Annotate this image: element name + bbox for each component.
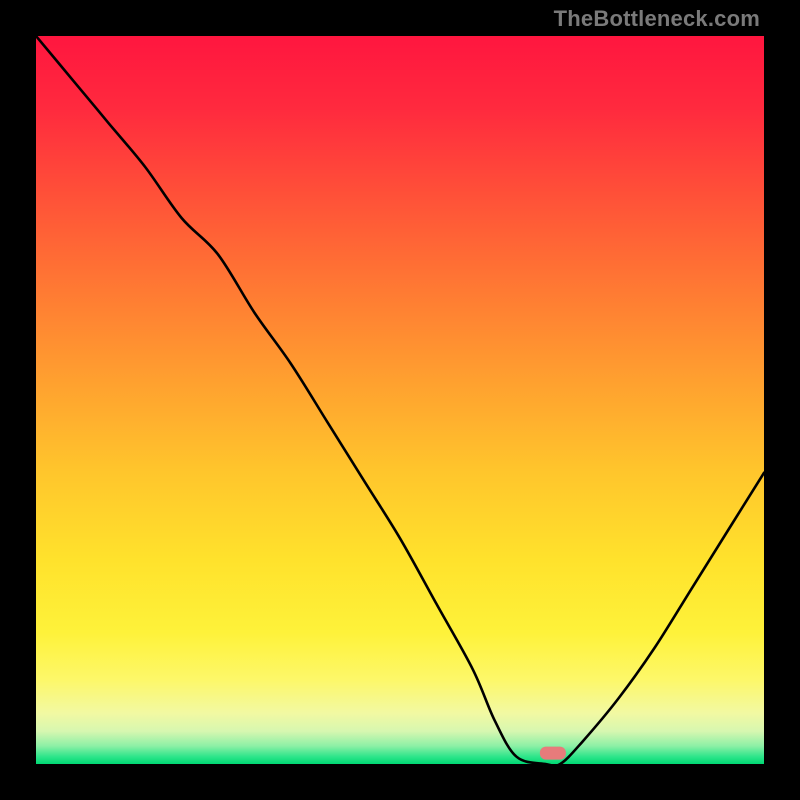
optimal-marker <box>540 747 566 760</box>
gradient-background <box>36 36 764 764</box>
bottleneck-chart <box>36 36 764 764</box>
watermark-text: TheBottleneck.com <box>554 6 760 32</box>
chart-frame <box>36 36 764 764</box>
